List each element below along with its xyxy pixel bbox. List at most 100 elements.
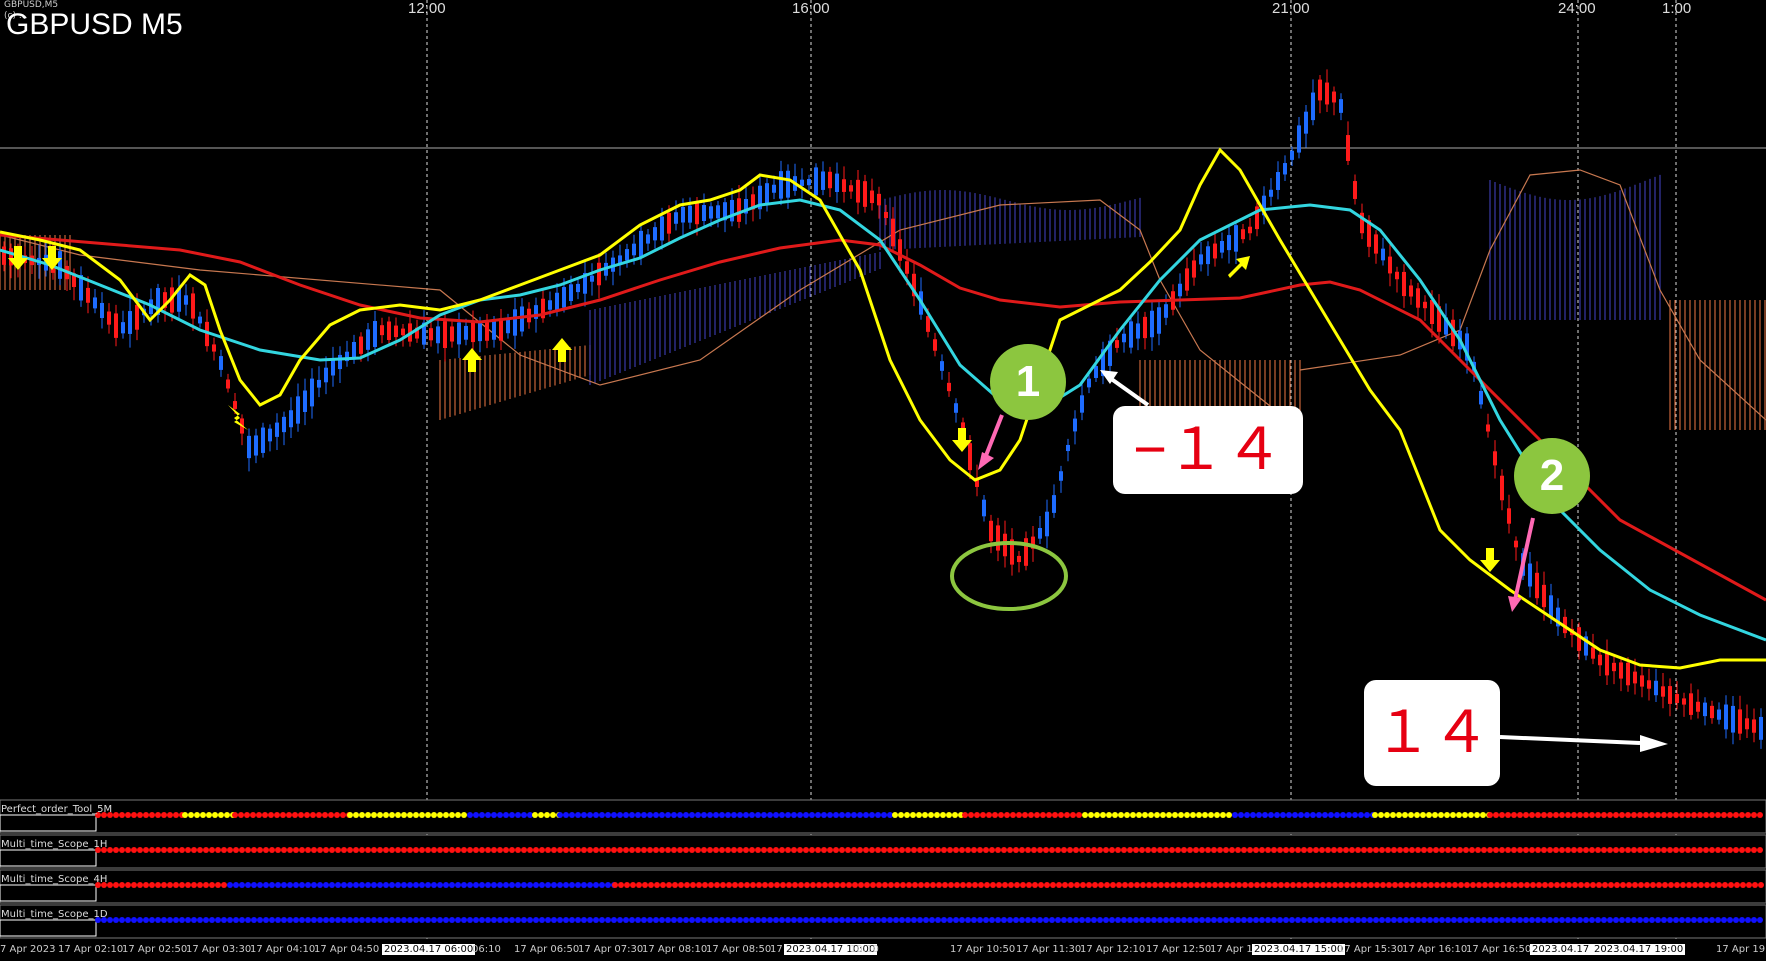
candle-body (737, 198, 741, 222)
indicator-dot (1384, 812, 1390, 818)
indicator-dot (1110, 882, 1116, 888)
indicator-dot (1566, 882, 1572, 888)
indicator-dot (329, 847, 335, 853)
candle-body (1185, 268, 1189, 291)
indicator-dot (1079, 917, 1085, 923)
indicator-dot (1230, 882, 1236, 888)
indicator-dot (797, 917, 803, 923)
indicator-dot (946, 812, 952, 818)
indicator-dot (539, 917, 545, 923)
indicator-dot (188, 812, 194, 818)
candle-body (863, 181, 867, 207)
indicator-dot (1462, 812, 1468, 818)
indicator-dot (1073, 847, 1079, 853)
time-axis-label: 17 Apr 04:50 (314, 944, 380, 955)
indicator-dot (1481, 917, 1487, 923)
indicator-dot (1691, 812, 1697, 818)
indicator-dot (227, 847, 233, 853)
indicator-dot (395, 847, 401, 853)
indicator-dot (968, 812, 974, 818)
indicator-dot (1274, 812, 1280, 818)
indicator-dot (1655, 812, 1661, 818)
indicator-dot (1415, 847, 1421, 853)
indicator-dot (1184, 812, 1190, 818)
indicator-dot (1385, 847, 1391, 853)
indicator-dot (1529, 917, 1535, 923)
candle-body (870, 190, 874, 204)
indicator-dot (1338, 882, 1344, 888)
indicator-dot (1488, 882, 1494, 888)
indicator-dot (257, 882, 263, 888)
indicator-dot (1390, 812, 1396, 818)
candle-body (1129, 321, 1133, 348)
candle-body (1080, 395, 1084, 413)
indicator-dot (635, 917, 641, 923)
indicator-dot (1157, 847, 1163, 853)
indicator-dot (954, 882, 960, 888)
candle-body (1220, 241, 1224, 253)
indicator-dot (1211, 847, 1217, 853)
indicator-dot (209, 917, 215, 923)
indicator-dot (347, 847, 353, 853)
time-axis-label: 17 Apr 12:50 (1146, 944, 1212, 955)
indicator-dot (1535, 812, 1541, 818)
white-arrow-profit (1499, 735, 1641, 745)
indicator-dot (1661, 847, 1667, 853)
indicator-dot (972, 882, 978, 888)
indicator-dot (1310, 812, 1316, 818)
indicator-dot (942, 882, 948, 888)
indicator-dot (743, 917, 749, 923)
indicator-dot (1548, 882, 1554, 888)
indicator-dot (539, 847, 545, 853)
indicator-dot (437, 847, 443, 853)
indicator-dot (1722, 882, 1728, 888)
indicator-dot (1014, 882, 1020, 888)
indicator-dot (1505, 812, 1511, 818)
subwindow-label: Multi_time_Scope_1H (1, 839, 108, 850)
indicator-dot (1067, 847, 1073, 853)
indicator-dot (239, 882, 245, 888)
candle-body (1017, 555, 1021, 563)
indicator-dot (371, 812, 377, 818)
indicator-dot (287, 917, 293, 923)
indicator-dot (395, 882, 401, 888)
time-axis-label: 17 Apr 04:10 (250, 944, 316, 955)
candle-body (1535, 572, 1539, 599)
candle-body (1374, 234, 1378, 254)
indicator-dot (1229, 847, 1235, 853)
indicator-dot (461, 882, 467, 888)
indicator-dot (1025, 847, 1031, 853)
indicator-dot (892, 812, 898, 818)
candle-body (1157, 307, 1161, 334)
indicator-dot (974, 812, 980, 818)
indicator-dot (1583, 847, 1589, 853)
indicator-dot (557, 847, 563, 853)
indicator-dot (341, 847, 347, 853)
indicator-dot (893, 847, 899, 853)
indicator-dot (732, 882, 738, 888)
indicator-dot (1426, 812, 1432, 818)
indicator-dot (1577, 917, 1583, 923)
indicator-dot (1157, 917, 1163, 923)
indicator-dot (203, 882, 209, 888)
chart-canvas[interactable] (0, 0, 1766, 961)
indicator-dot (1565, 812, 1571, 818)
candle-body (401, 328, 405, 336)
indicator-dot (233, 917, 239, 923)
indicator-dot (467, 812, 473, 818)
indicator-dot (1145, 847, 1151, 853)
indicator-dot (1292, 812, 1298, 818)
indicator-dot (1571, 847, 1577, 853)
indicator-dot (1313, 917, 1319, 923)
indicator-dot (906, 882, 912, 888)
candle-body (1115, 340, 1119, 348)
indicator-dot (1698, 882, 1704, 888)
indicator-dot (209, 882, 215, 888)
indicator-dot (966, 882, 972, 888)
indicator-dot (990, 882, 996, 888)
candle-body (1045, 511, 1049, 537)
indicator-dot (292, 812, 298, 818)
indicator-dot (1416, 882, 1422, 888)
candle-body (765, 183, 769, 204)
indicator-dot (119, 812, 125, 818)
